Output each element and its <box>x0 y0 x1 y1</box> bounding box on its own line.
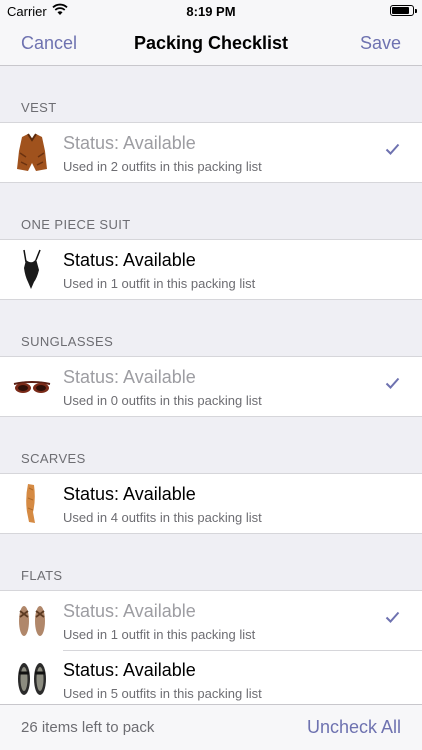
section-sunglasses: Status: Available Used in 0 outfits in t… <box>0 356 422 417</box>
list-item[interactable]: Status: Available Used in 0 outfits in t… <box>0 357 422 416</box>
checkmark-icon <box>385 611 400 623</box>
item-status: Status: Available <box>63 133 196 153</box>
navigation-bar: Cancel Packing Checklist Save <box>0 22 422 66</box>
swimsuit-icon <box>23 249 41 289</box>
item-usage: Used in 1 outfit in this packing list <box>63 276 256 291</box>
page-title: Packing Checklist <box>133 33 289 53</box>
battery-icon <box>390 5 417 16</box>
checkmark-icon <box>385 143 400 155</box>
item-usage: Used in 1 outfit in this packing list <box>63 627 256 642</box>
checklist: VEST Status: Available Used in 2 outfits… <box>0 66 422 710</box>
save-button[interactable]: Save <box>360 33 401 54</box>
section-scarves: Status: Available Used in 4 outfits in t… <box>0 473 422 534</box>
section-header-scarves: SCARVES <box>21 451 86 466</box>
item-usage: Used in 2 outfits in this packing list <box>63 159 262 174</box>
scarf-icon <box>26 484 35 523</box>
items-left-count: 26 items left to pack <box>21 719 155 736</box>
checkmark-icon <box>385 377 400 389</box>
item-status: Status: Available <box>63 660 196 680</box>
item-usage: Used in 5 outfits in this packing list <box>63 686 262 701</box>
list-item[interactable]: Status: Available Used in 1 outfit in th… <box>0 240 422 299</box>
item-status: Status: Available <box>63 484 196 504</box>
vest-icon <box>17 133 47 171</box>
list-item[interactable]: Status: Available Used in 4 outfits in t… <box>0 474 422 533</box>
section-header-vest: VEST <box>21 100 57 115</box>
clock: 8:19 PM <box>186 4 236 19</box>
list-item[interactable]: Status: Available Used in 1 outfit in th… <box>0 591 422 650</box>
sandals-icon <box>19 606 45 636</box>
item-usage: Used in 0 outfits in this packing list <box>63 393 262 408</box>
section-one-piece-suit: Status: Available Used in 1 outfit in th… <box>0 239 422 300</box>
bottom-toolbar: 26 items left to pack Uncheck All <box>0 704 422 750</box>
status-bar: Carrier 8:19 PM <box>0 0 422 22</box>
item-status: Status: Available <box>63 250 196 270</box>
section-flats: Status: Available Used in 1 outfit in th… <box>0 590 422 710</box>
list-item[interactable]: Status: Available Used in 5 outfits in t… <box>0 650 422 709</box>
section-header-flats: FLATS <box>21 568 63 583</box>
item-usage: Used in 4 outfits in this packing list <box>63 510 262 525</box>
uncheck-all-button[interactable]: Uncheck All <box>307 717 401 738</box>
section-header-one-piece-suit: ONE PIECE SUIT <box>21 217 131 232</box>
item-status: Status: Available <box>63 601 196 621</box>
section-header-sunglasses: SUNGLASSES <box>21 334 114 349</box>
section-vest: Status: Available Used in 2 outfits in t… <box>0 122 422 183</box>
item-status: Status: Available <box>63 367 196 387</box>
list-item[interactable]: Status: Available Used in 2 outfits in t… <box>0 123 422 182</box>
flats-icon <box>18 663 46 695</box>
sunglasses-icon <box>13 381 51 393</box>
